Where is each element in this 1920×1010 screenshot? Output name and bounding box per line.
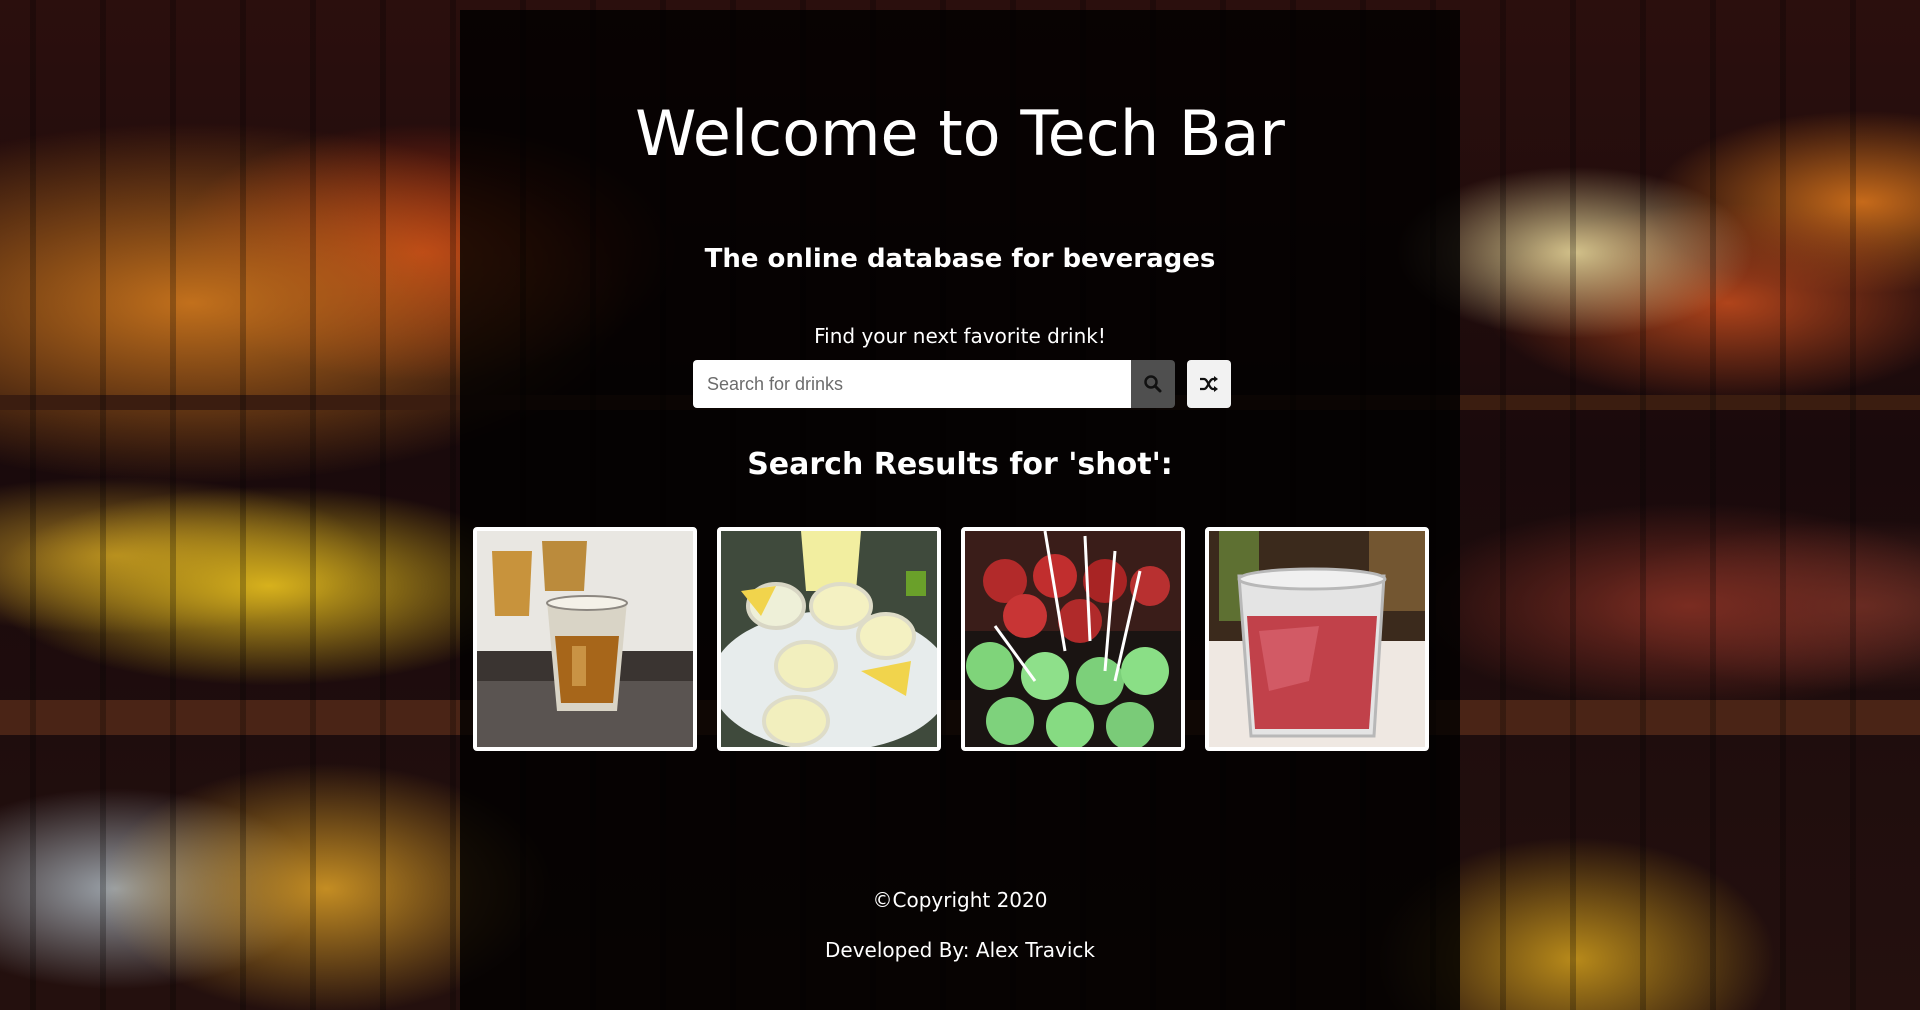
search-bar [693,360,1231,408]
search-input[interactable] [693,360,1131,408]
drink-card[interactable] [473,527,697,751]
shuffle-icon [1200,376,1218,392]
search-results-heading: Search Results for 'shot': [747,447,1173,482]
drink-image-jello-shots [965,531,1181,747]
drink-image-red-cocktail [1209,531,1425,747]
page-subtitle: The online database for beverages [704,244,1216,274]
drink-card[interactable] [717,527,941,751]
drink-image-lemon-drop-shots [721,531,937,747]
page-title: Welcome to Tech Bar [635,97,1285,170]
developer-credit: Developed By: Alex Travick [825,938,1095,962]
drink-card[interactable] [961,527,1185,751]
drink-card[interactable] [1205,527,1429,751]
main-panel: Welcome to Tech Bar The online database … [460,10,1460,1010]
search-prompt: Find your next favorite drink! [814,324,1106,348]
drink-image-whiskey-shots [477,531,693,747]
search-icon [1144,375,1162,393]
random-drink-button[interactable] [1187,360,1231,408]
search-results-grid [473,527,1453,751]
copyright-text: ©Copyright 2020 [872,888,1048,912]
search-button[interactable] [1131,360,1175,408]
